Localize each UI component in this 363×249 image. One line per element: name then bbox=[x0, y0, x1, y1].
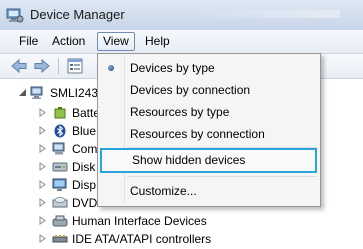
back-arrow-icon[interactable] bbox=[10, 57, 28, 75]
battery-icon bbox=[54, 107, 66, 119]
menu-item-show-hidden-devices[interactable]: Show hidden devices bbox=[100, 148, 317, 173]
tree-node[interactable]: IDE ATA/ATAPI controllers bbox=[36, 229, 256, 249]
properties-icon[interactable] bbox=[66, 57, 84, 75]
tree-node-label: Batte bbox=[72, 106, 101, 120]
hid-icon bbox=[52, 215, 68, 227]
menu-item-label: Customize... bbox=[130, 184, 197, 198]
tree-node[interactable]: Disp bbox=[36, 175, 98, 195]
tree-node-label: DVD bbox=[72, 196, 98, 210]
tree-node-label: Disp bbox=[72, 178, 97, 192]
display-adapter-icon bbox=[52, 178, 67, 191]
tree-node[interactable]: Blue bbox=[36, 121, 98, 141]
menu-item-customize[interactable]: Customize... bbox=[98, 180, 318, 202]
tree-root[interactable]: SMLI243 bbox=[16, 83, 99, 103]
menu-item-label: Resources by connection bbox=[130, 127, 265, 141]
menu-item-label: Resources by type bbox=[130, 105, 230, 119]
menu-bar: File Action View Help bbox=[0, 30, 363, 54]
tree-root-label: SMLI243 bbox=[50, 86, 99, 100]
ide-controller-icon bbox=[52, 235, 68, 243]
expand-triangle-icon[interactable] bbox=[38, 162, 47, 171]
expand-triangle-icon[interactable] bbox=[38, 234, 47, 243]
collapse-triangle-icon[interactable] bbox=[18, 88, 27, 97]
computer-icon bbox=[52, 142, 65, 155]
tree-node-label: Com bbox=[72, 142, 98, 156]
computer-icon bbox=[30, 86, 43, 99]
menu-item-devices-by-connection[interactable]: Devices by connection bbox=[98, 79, 318, 101]
expand-triangle-icon[interactable] bbox=[38, 144, 47, 153]
title-bar: Device Manager bbox=[0, 0, 363, 30]
tree-node-label: Blue bbox=[72, 124, 97, 138]
tree-node-label: Disk bbox=[72, 160, 96, 174]
tree-node-label: IDE ATA/ATAPI controllers bbox=[72, 232, 212, 246]
tree-node-label: Human Interface Devices bbox=[72, 214, 207, 228]
toolbar-separator bbox=[58, 58, 59, 74]
dvd-drive-icon bbox=[52, 197, 68, 208]
menu-item-resources-by-type[interactable]: Resources by type bbox=[98, 101, 318, 123]
tree-node[interactable]: DVD bbox=[36, 193, 98, 213]
menu-separator bbox=[127, 176, 317, 177]
expand-triangle-icon[interactable] bbox=[38, 180, 47, 189]
forward-arrow-icon[interactable] bbox=[33, 57, 51, 75]
tree-node[interactable]: Disk bbox=[36, 157, 98, 177]
expand-triangle-icon[interactable] bbox=[38, 126, 47, 135]
expand-triangle-icon[interactable] bbox=[38, 108, 47, 117]
tree-node[interactable]: Human Interface Devices bbox=[36, 211, 256, 231]
radio-selected-icon bbox=[108, 65, 114, 71]
disk-drive-icon bbox=[52, 162, 68, 172]
device-manager-icon bbox=[6, 8, 24, 23]
menu-help[interactable]: Help bbox=[141, 33, 174, 49]
expand-triangle-icon[interactable] bbox=[38, 198, 47, 207]
expand-triangle-icon[interactable] bbox=[38, 216, 47, 225]
menu-item-label: Devices by type bbox=[130, 61, 215, 75]
tree-node[interactable]: Batte bbox=[36, 103, 101, 123]
view-menu-dropdown: Devices by type Devices by connection Re… bbox=[97, 53, 321, 207]
window-title: Device Manager bbox=[30, 7, 125, 22]
menu-item-resources-by-connection[interactable]: Resources by connection bbox=[98, 123, 318, 145]
tree-node[interactable]: Com bbox=[36, 139, 98, 159]
menu-item-label: Devices by connection bbox=[130, 83, 251, 97]
menu-item-devices-by-type[interactable]: Devices by type bbox=[98, 57, 318, 79]
bluetooth-icon bbox=[54, 124, 66, 138]
menu-view[interactable]: View bbox=[97, 32, 135, 51]
menu-item-label: Show hidden devices bbox=[132, 153, 246, 167]
menu-file[interactable]: File bbox=[15, 33, 42, 49]
title-bar-background bbox=[190, 10, 340, 18]
menu-action[interactable]: Action bbox=[48, 33, 89, 49]
